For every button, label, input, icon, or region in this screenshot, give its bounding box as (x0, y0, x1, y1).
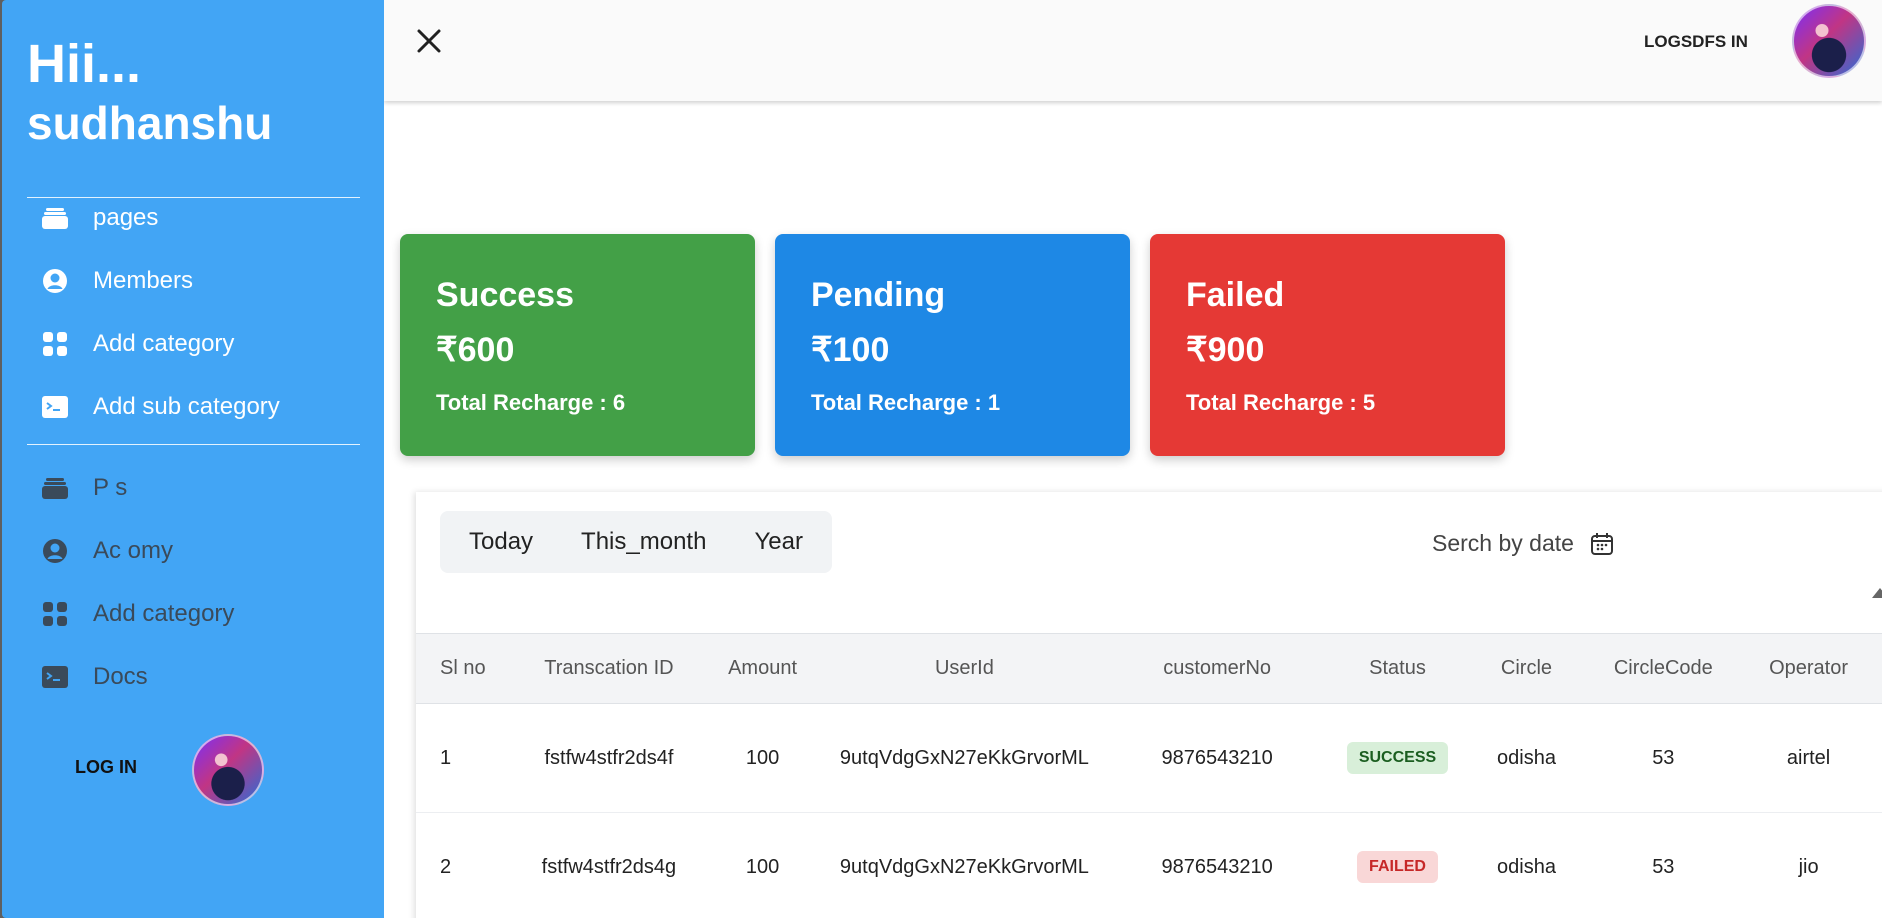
transactions-table: Sl no Transcation ID Amount UserId custo… (416, 633, 1882, 918)
sidebar-item-label: Add sub category (93, 393, 280, 420)
grid-icon (41, 330, 69, 358)
column-header: CircleCode (1613, 657, 1713, 679)
sidebar-item-label: P s (93, 474, 128, 501)
sidebar-item-label: Add category (93, 330, 235, 357)
sidebar-item-ac-omy[interactable]: Ac omy (41, 533, 173, 569)
sidebar-item-label: Add category (93, 600, 235, 627)
column-header: Status (1369, 657, 1426, 679)
cell-sl-no: 1 (440, 746, 452, 769)
top-bar: LOGSDFS IN (384, 0, 1882, 101)
sidebar-item-docs[interactable]: Docs (41, 659, 148, 695)
pending-card: Pending ₹100 Total Recharge : 1 (775, 234, 1130, 456)
sidebar-divider-top (27, 197, 360, 198)
sidebar-item-add-category-2[interactable]: Add category (41, 596, 234, 632)
card-total: Total Recharge : 1 (811, 390, 1001, 415)
cell-circle: odisha (1497, 855, 1556, 878)
cell-status: SUCCESS (1334, 704, 1462, 813)
sidebar-item-label: pages (93, 204, 159, 231)
stack-icon (41, 474, 69, 502)
cell-user-id: 9utqVdgGxN27eKkGrvorML (839, 855, 1089, 878)
calendar-icon (1590, 532, 1614, 556)
card-total: Total Recharge : 5 (1186, 390, 1376, 415)
card-amount: ₹900 (1186, 331, 1265, 369)
column-header: Transcation ID (544, 657, 674, 679)
card-title: Success (436, 276, 574, 314)
card-amount: ₹600 (436, 331, 515, 369)
column-header: Circle (1500, 657, 1553, 679)
table-header-row: Sl no Transcation ID Amount UserId custo… (416, 633, 1882, 704)
transactions-panel: Today This_month Year Serch by date Sl n… (416, 492, 1882, 918)
cell-status: FAILED (1334, 813, 1462, 918)
cell-circle-code: 53 (1652, 746, 1675, 769)
search-by-date-label: Serch by date (1432, 530, 1574, 556)
sidebar-item-add-category[interactable]: Add category (41, 326, 234, 362)
sidebar-login-button[interactable]: LOG IN (75, 757, 137, 778)
grid-icon (41, 600, 69, 628)
sidebar-item-label: Ac omy (93, 537, 174, 564)
sidebar-item-label: Docs (93, 663, 148, 690)
header-login-button[interactable]: LOGSDFS IN (1644, 32, 1748, 52)
stack-icon (41, 204, 69, 232)
column-header: UserId (934, 657, 994, 679)
username-text: sudhanshu (27, 97, 273, 149)
column-header: Operator (1769, 657, 1849, 679)
header-avatar[interactable] (1792, 4, 1866, 78)
user-circle-icon (41, 537, 69, 565)
cell-circle-code: 53 (1652, 855, 1675, 878)
tab-this-month[interactable]: This_month (581, 528, 706, 556)
cell-operator: airtel (1786, 746, 1831, 769)
cell-circle: odisha (1497, 746, 1556, 769)
user-circle-icon (41, 267, 69, 295)
cell-sl-no: 2 (440, 855, 452, 878)
cell-amount: 100 (745, 855, 780, 878)
tab-year[interactable]: Year (754, 528, 803, 556)
sidebar-divider-bottom (27, 444, 360, 445)
close-icon[interactable] (414, 26, 444, 56)
sidebar-item-label: Members (93, 267, 194, 294)
table-row[interactable]: 1 fstfw4stfr2ds4f 100 9utqVdgGxN27eKkGrv… (416, 704, 1882, 813)
cell-transaction-id: fstfw4stfr2ds4f (544, 746, 674, 769)
cell-user-id: 9utqVdgGxN27eKkGrvorML (839, 746, 1089, 769)
sidebar-avatar[interactable] (192, 734, 264, 806)
search-by-date-button[interactable]: Serch by date (1432, 530, 1614, 557)
card-title: Pending (811, 276, 946, 314)
tab-today[interactable]: Today (469, 528, 533, 556)
cell-amount: 100 (745, 746, 780, 769)
card-amount: ₹100 (811, 331, 890, 369)
cell-customer-no: 9876543210 (1161, 746, 1273, 769)
table-row[interactable]: 2 fstfw4stfr2ds4g 100 9utqVdgGxN27eKkGrv… (416, 813, 1882, 918)
scroll-up-arrow-icon[interactable] (1872, 588, 1882, 598)
status-badge: FAILED (1357, 851, 1438, 883)
card-total: Total Recharge : 6 (436, 390, 626, 415)
card-title: Failed (1186, 276, 1285, 314)
success-card: Success ₹600 Total Recharge : 6 (400, 234, 755, 456)
cell-customer-no: 9876543210 (1161, 855, 1273, 878)
sidebar-item-pages[interactable]: pages (41, 200, 158, 236)
sidebar-item-members[interactable]: Members (41, 263, 193, 299)
cell-operator: jio (1798, 855, 1819, 878)
terminal-icon (41, 663, 69, 691)
sidebar-item-p-s[interactable]: P s (41, 470, 127, 506)
sidebar: Hii... sudhanshu pages Members Add categ… (2, 0, 384, 918)
sidebar-item-add-sub-category[interactable]: Add sub category (41, 389, 280, 425)
failed-card: Failed ₹900 Total Recharge : 5 (1150, 234, 1505, 456)
status-badge: SUCCESS (1346, 742, 1449, 774)
column-header: Sl no (440, 657, 486, 679)
main-content: LOGSDFS IN Success ₹600 Total Recharge :… (384, 0, 1882, 918)
column-header: customerNo (1163, 657, 1272, 679)
column-header: Amount (728, 657, 798, 679)
greeting-text: Hii... (27, 34, 142, 94)
terminal-icon (41, 393, 69, 421)
period-tabs: Today This_month Year (440, 511, 832, 573)
cell-transaction-id: fstfw4stfr2ds4g (541, 855, 677, 878)
